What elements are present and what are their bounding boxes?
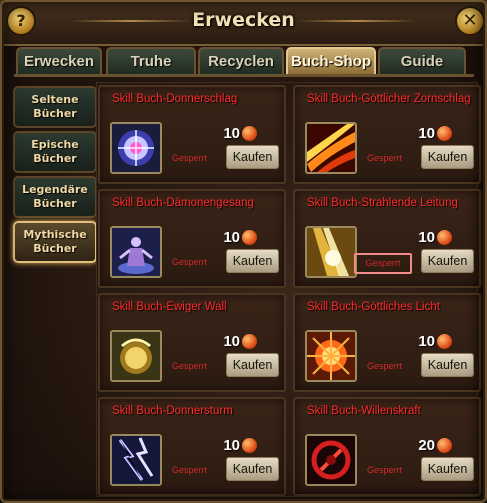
buy-button[interactable]: Kaufen xyxy=(421,249,474,273)
fire-slash-icon xyxy=(305,122,357,174)
book-card: Skill Buch-Willenskraft 20 Gesperrt Kauf… xyxy=(293,397,481,496)
book-title: Skill Buch-Göttlicher Zornschlag xyxy=(307,93,471,105)
side-nav-label: Bücher xyxy=(33,197,77,210)
locked-status: Gesperrt xyxy=(172,257,208,267)
side-nav-label: Mythische xyxy=(23,228,87,241)
side-nav-label: Bücher xyxy=(33,242,77,255)
side-nav-epische[interactable]: Epische Bücher xyxy=(13,131,97,173)
book-title: Skill Buch-Donnersturm xyxy=(112,405,233,417)
book-card: Skill Buch-Donnerschlag 10 Gesperrt Kauf… xyxy=(98,85,286,184)
book-card: Skill Buch-Göttliches Licht 10 Gesperrt … xyxy=(293,293,481,392)
book-title: Skill Buch-Dämonengesang xyxy=(112,197,254,209)
side-nav-label: Bücher xyxy=(33,152,77,165)
ruby-coin-icon xyxy=(242,126,257,141)
book-price: 10 xyxy=(223,229,240,246)
book-card: Skill Buch-Donnersturm 10 Gesperrt Kaufe… xyxy=(98,397,286,496)
book-card: Skill Buch-Göttlicher Zornschlag 10 Gesp… xyxy=(293,85,481,184)
side-nav-legendaere[interactable]: Legendäre Bücher xyxy=(13,176,97,218)
ruby-coin-icon xyxy=(437,438,452,453)
holy-burst-icon xyxy=(305,330,357,382)
awaken-window: Erwecken ? ✕ Erwecken Truhe Recyclen Buc… xyxy=(0,0,487,503)
light-beam-icon xyxy=(305,226,357,278)
buy-button[interactable]: Kaufen xyxy=(226,145,279,169)
buy-button[interactable]: Kaufen xyxy=(421,145,474,169)
tab-erwecken[interactable]: Erwecken xyxy=(16,47,102,75)
book-price: 20 xyxy=(418,437,435,454)
side-nav-label: Epische xyxy=(31,138,79,151)
locked-status: Gesperrt xyxy=(354,253,412,274)
demon-figure-icon xyxy=(110,226,162,278)
locked-status: Gesperrt xyxy=(367,361,403,371)
book-title: Skill Buch-Göttliches Licht xyxy=(307,301,440,313)
red-sigil-icon xyxy=(305,434,357,486)
buy-button[interactable]: Kaufen xyxy=(421,353,474,377)
book-price: 10 xyxy=(418,125,435,142)
locked-status: Gesperrt xyxy=(367,465,403,475)
book-title: Skill Buch-Strahlende Leitung xyxy=(307,197,458,209)
book-title: Skill Buch-Ewiger Wall xyxy=(112,301,227,313)
lightning-storm-icon xyxy=(110,434,162,486)
side-nav-seltene[interactable]: Seltene Bücher xyxy=(13,86,97,128)
side-nav-label: Bücher xyxy=(33,107,77,120)
book-title: Skill Buch-Donnerschlag xyxy=(112,93,238,105)
golden-shield-icon xyxy=(110,330,162,382)
book-price: 10 xyxy=(418,229,435,246)
locked-status: Gesperrt xyxy=(172,361,208,371)
side-nav-label: Legendäre xyxy=(22,183,88,196)
book-price: 10 xyxy=(223,437,240,454)
ruby-coin-icon xyxy=(242,438,257,453)
tab-buch-shop[interactable]: Buch-Shop xyxy=(286,47,376,75)
ruby-coin-icon xyxy=(437,126,452,141)
buy-button[interactable]: Kaufen xyxy=(226,353,279,377)
book-title: Skill Buch-Willenskraft xyxy=(307,405,421,417)
book-price: 10 xyxy=(223,125,240,142)
ruby-coin-icon xyxy=(437,230,452,245)
buy-button[interactable]: Kaufen xyxy=(421,457,474,481)
locked-status: Gesperrt xyxy=(367,153,403,163)
book-card: Skill Buch-Strahlende Leitung 10 Gesperr… xyxy=(293,189,481,288)
book-price: 10 xyxy=(418,333,435,350)
window-title: Erwecken xyxy=(192,9,295,31)
close-icon[interactable]: ✕ xyxy=(455,6,485,36)
locked-status: Gesperrt xyxy=(172,465,208,475)
book-price: 10 xyxy=(223,333,240,350)
side-nav-mythische[interactable]: Mythische Bücher xyxy=(13,221,97,263)
tab-truhe[interactable]: Truhe xyxy=(106,47,196,75)
buy-button[interactable]: Kaufen xyxy=(226,457,279,481)
tab-guide[interactable]: Guide xyxy=(378,47,466,75)
help-icon[interactable]: ? xyxy=(6,6,36,36)
side-nav-label: Seltene xyxy=(31,93,79,106)
book-card: Skill Buch-Ewiger Wall 10 Gesperrt Kaufe… xyxy=(98,293,286,392)
ruby-coin-icon xyxy=(242,334,257,349)
ruby-coin-icon xyxy=(242,230,257,245)
locked-status: Gesperrt xyxy=(172,153,208,163)
buy-button[interactable]: Kaufen xyxy=(226,249,279,273)
thunder-orb-icon xyxy=(110,122,162,174)
book-card: Skill Buch-Dämonengesang 10 Gesperrt Kau… xyxy=(98,189,286,288)
ruby-coin-icon xyxy=(437,334,452,349)
title-bar: Erwecken xyxy=(0,0,487,46)
tab-recyclen[interactable]: Recyclen xyxy=(198,47,284,75)
tab-underline xyxy=(14,74,474,77)
